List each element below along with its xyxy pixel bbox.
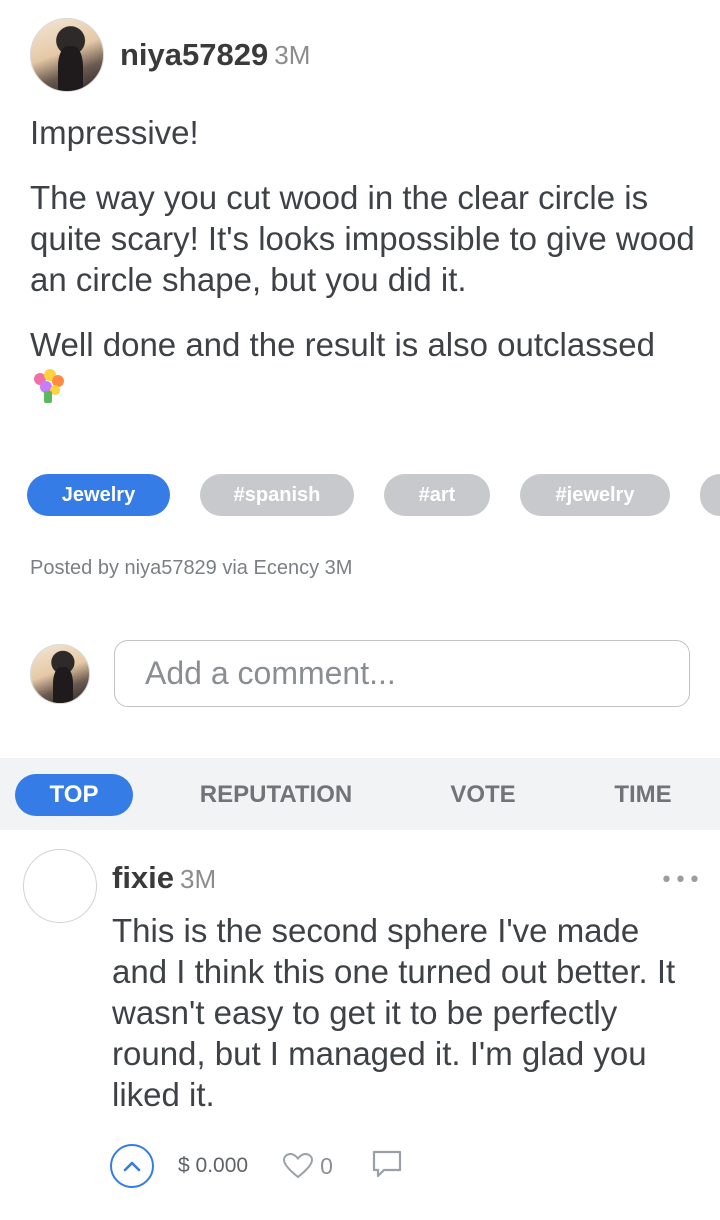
sort-vote-button[interactable]: VOTE [433,774,533,816]
tag-jewelry-category[interactable]: Jewelry [27,474,170,516]
tag-list: Jewelry #spanish #art #jewelry [27,474,720,516]
reply-icon[interactable] [371,1149,403,1183]
comment-header: fixie 3M [112,860,216,896]
comment-compose-row [30,640,690,707]
comment-actions: $ 0.000 0 [110,1144,403,1188]
commenter-avatar[interactable] [23,849,97,923]
post-body: Impressive! The way you cut wood in the … [30,112,700,430]
current-user-avatar [30,643,90,704]
comment-author[interactable]: fixie [112,860,174,896]
author-name[interactable]: niya57829 [120,37,268,73]
bouquet-icon [30,367,68,403]
tag-art[interactable]: #art [384,474,490,516]
payout-value[interactable]: $ 0.000 [178,1154,248,1178]
more-options-icon[interactable]: ••• [660,868,702,893]
heart-icon [283,1152,314,1179]
tag-jewelry[interactable]: #jewelry [520,474,670,516]
comment-input[interactable] [114,640,690,707]
upvote-icon[interactable] [110,1144,154,1188]
like-count: 0 [320,1152,333,1179]
post-detail-page: niya57829 3M Impressive! The way you cut… [0,0,720,1220]
like-button[interactable]: 0 [282,1152,333,1180]
author-avatar[interactable] [30,18,104,92]
post-time: 3M [274,39,311,70]
sort-reputation-button[interactable]: REPUTATION [186,774,366,816]
posted-by-line: Posted by niya57829 via Ecency 3M [30,557,353,579]
post-paragraph: Well done and the result is also outclas… [30,324,700,406]
sort-time-button[interactable]: TIME [598,774,688,816]
sort-top-button[interactable]: TOP [15,774,133,816]
post-paragraph: The way you cut wood in the clear circle… [30,179,695,298]
comment-body: This is the second sphere I've made and … [112,912,676,1113]
tag-more-partial[interactable] [700,474,720,516]
tag-spanish[interactable]: #spanish [200,474,354,516]
post-paragraph: Impressive! [30,114,199,151]
comment-time: 3M [180,864,217,894]
post-paragraph-text: Well done and the result is also outclas… [30,326,655,363]
comment-sort-bar: TOP REPUTATION VOTE TIME [0,758,720,830]
post-header: niya57829 3M [30,18,310,92]
